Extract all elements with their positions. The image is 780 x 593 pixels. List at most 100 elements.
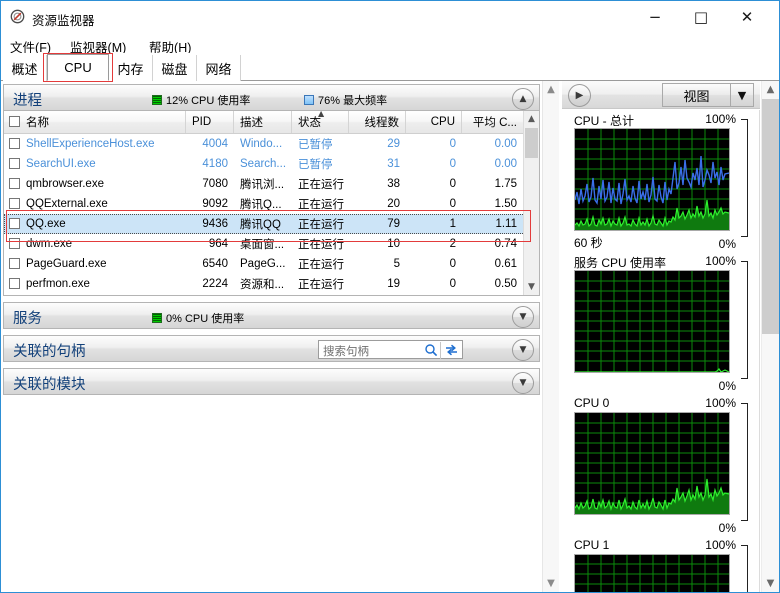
graph-title: CPU 1 bbox=[574, 538, 610, 552]
cell-avg-cpu: 1.11 bbox=[495, 218, 517, 230]
scroll-up-arrow-icon[interactable]: ▲ bbox=[524, 111, 539, 127]
minimize-button[interactable]: − bbox=[632, 1, 678, 33]
col-header-status[interactable]: 状态 ▲ bbox=[292, 111, 349, 133]
view-button-label: 视图 bbox=[683, 88, 710, 104]
cell-status: 正在运行 bbox=[298, 179, 344, 191]
graph-min-label: 0% bbox=[718, 521, 736, 535]
menu-bar: 文件(F) 监视器(M) 帮助(H) bbox=[1, 34, 779, 55]
content-area: 进程 12% CPU 使用率 76% 最大频率 ▲ 名称 PID 描述 状态 ▲… bbox=[1, 81, 779, 592]
right-pane-toolbar: ▶ 视图 ▼ bbox=[562, 81, 760, 109]
right-pane-scroll-down-icon[interactable]: ▼ bbox=[762, 575, 779, 592]
graph-cpu-0: CPU 0 100% 0% bbox=[562, 396, 759, 536]
processes-collapse-chevron-up-icon[interactable]: ▲ bbox=[512, 88, 534, 110]
left-pane-scroll-down-icon[interactable]: ▼ bbox=[543, 575, 559, 592]
col-header-avg-cpu[interactable]: 平均 C... bbox=[462, 111, 523, 133]
table-row[interactable]: perfmon.exe 2224 资源和... 正在运行 19 0 0.50 bbox=[4, 274, 539, 294]
graph-plot-area bbox=[574, 128, 730, 231]
cell-threads: 20 bbox=[387, 198, 400, 210]
col-header-cpu[interactable]: CPU bbox=[406, 111, 462, 133]
cell-threads: 31 bbox=[387, 158, 400, 170]
left-pane-scroll-up-icon[interactable]: ▲ bbox=[543, 81, 559, 98]
table-row-selected[interactable]: QQ.exe 9436 腾讯QQ 正在运行 79 1 1.11 bbox=[4, 214, 539, 234]
cell-avg-cpu: 1.75 bbox=[494, 178, 517, 190]
cell-status: 已暂停 bbox=[298, 159, 333, 171]
handle-search-box[interactable]: 搜索句柄 bbox=[318, 340, 463, 359]
maximize-icon: □ bbox=[693, 7, 709, 26]
close-button[interactable]: ✕ bbox=[724, 1, 770, 33]
table-row[interactable]: qmbrowser.exe 7080 腾讯浏... 正在运行 38 0 1.75 bbox=[4, 174, 539, 194]
table-row[interactable]: dwm.exe 964 桌面窗... 正在运行 10 2 0.74 bbox=[4, 234, 539, 254]
cell-avg-cpu: 0.00 bbox=[494, 158, 517, 170]
green-swatch-icon bbox=[152, 95, 162, 105]
search-icon[interactable] bbox=[424, 343, 438, 357]
table-row[interactable]: PageGuard.exe 6540 PageG... 正在运行 5 0 0.6… bbox=[4, 254, 539, 274]
cell-name: QQExternal.exe bbox=[26, 198, 108, 210]
right-pane-scroll-up-icon[interactable]: ▲ bbox=[762, 81, 779, 98]
cell-cpu: 1 bbox=[449, 218, 456, 230]
col-header-name[interactable]: 名称 bbox=[4, 111, 186, 133]
right-pane-scrollbar-thumb[interactable] bbox=[762, 99, 779, 334]
table-row[interactable]: ShellExperienceHost.exe 4004 Windo... 已暂… bbox=[4, 134, 539, 154]
tab-disk[interactable]: 磁盘 bbox=[153, 55, 197, 81]
process-table-scrollbar[interactable]: ▲ ▼ bbox=[523, 111, 539, 295]
window-title: 资源监视器 bbox=[32, 14, 95, 28]
col-header-cpu-label: CPU bbox=[430, 116, 455, 128]
modules-section-header[interactable]: 关联的模块 ▼ bbox=[3, 368, 540, 395]
cell-name: dwm.exe bbox=[26, 238, 73, 250]
col-header-pid-label: PID bbox=[192, 116, 212, 128]
services-collapse-chevron-down-icon[interactable]: ▼ bbox=[512, 306, 534, 328]
processes-max-frequency-label: 76% 最大频率 bbox=[318, 95, 388, 107]
handles-collapse-chevron-down-icon[interactable]: ▼ bbox=[512, 339, 534, 361]
cell-status: 正在运行 bbox=[298, 219, 344, 231]
cell-name: ShellExperienceHost.exe bbox=[26, 138, 155, 150]
left-pane-scrollbar[interactable]: ▲ ▼ bbox=[542, 81, 559, 592]
cell-threads: 10 bbox=[387, 238, 400, 250]
scrollbar-thumb[interactable] bbox=[525, 128, 538, 158]
tab-overview[interactable]: 概述 bbox=[3, 55, 47, 81]
resource-monitor-window: 资源监视器 − □ ✕ 文件(F) 监视器(M) 帮助(H) 概述 CPU 内存… bbox=[0, 0, 780, 593]
cell-cpu: 0 bbox=[449, 278, 456, 290]
tab-disk-label: 磁盘 bbox=[161, 61, 188, 77]
cell-avg-cpu: 0.00 bbox=[494, 138, 517, 150]
minimize-icon: − bbox=[648, 7, 662, 26]
cell-status: 已暂停 bbox=[298, 139, 333, 151]
chevron-down-icon[interactable]: ▼ bbox=[731, 89, 753, 102]
cell-cpu: 0 bbox=[449, 198, 456, 210]
scroll-down-arrow-icon[interactable]: ▼ bbox=[524, 279, 539, 295]
col-header-description[interactable]: 描述 bbox=[234, 111, 292, 133]
col-header-threads-label: 线程数 bbox=[364, 117, 400, 129]
graph-cpu-1: CPU 1 100% bbox=[562, 538, 759, 592]
cell-pid: 6540 bbox=[202, 258, 228, 270]
col-header-name-label: 名称 bbox=[26, 117, 49, 129]
services-section-header[interactable]: 服务 0% CPU 使用率 ▼ bbox=[3, 302, 540, 329]
processes-cpu-usage: 12% CPU 使用率 bbox=[152, 92, 250, 108]
processes-section-header[interactable]: 进程 12% CPU 使用率 76% 最大频率 ▲ bbox=[3, 84, 540, 111]
cell-cpu: 0 bbox=[449, 138, 456, 150]
maximize-button[interactable]: □ bbox=[678, 1, 724, 33]
cell-name: PageGuard.exe bbox=[26, 258, 107, 270]
view-dropdown-button[interactable]: 视图 ▼ bbox=[662, 83, 754, 107]
cell-pid: 7080 bbox=[202, 178, 228, 190]
table-row[interactable]: QQExternal.exe 9092 腾讯Q... 正在运行 20 0 1.5… bbox=[4, 194, 539, 214]
tab-memory[interactable]: 内存 bbox=[109, 55, 153, 81]
select-all-checkbox[interactable] bbox=[9, 116, 20, 127]
right-pane-scrollbar[interactable]: ▲ ▼ bbox=[761, 81, 779, 592]
handles-section-header[interactable]: 关联的句柄 搜索句柄 ▼ bbox=[3, 335, 540, 362]
search-refresh-icon[interactable] bbox=[444, 343, 459, 357]
cell-name: SearchUI.exe bbox=[26, 158, 96, 170]
cell-pid: 9436 bbox=[202, 218, 228, 230]
col-header-threads[interactable]: 线程数 bbox=[349, 111, 406, 133]
cell-name: qmbrowser.exe bbox=[26, 178, 104, 190]
cell-threads: 79 bbox=[387, 218, 400, 230]
tab-cpu[interactable]: CPU bbox=[47, 54, 109, 81]
expand-panel-chevron-right-icon[interactable]: ▶ bbox=[568, 84, 591, 107]
col-header-pid[interactable]: PID bbox=[186, 111, 234, 133]
close-icon: ✕ bbox=[740, 7, 754, 26]
modules-collapse-chevron-down-icon[interactable]: ▼ bbox=[512, 372, 534, 394]
cell-name: perfmon.exe bbox=[26, 278, 90, 290]
graph-scale-bracket bbox=[741, 403, 748, 521]
cell-pid: 2224 bbox=[202, 278, 228, 290]
table-row[interactable]: SearchUI.exe 4180 Search... 已暂停 31 0 0.0… bbox=[4, 154, 539, 174]
graph-max-label: 100% bbox=[705, 254, 736, 268]
tab-network[interactable]: 网络 bbox=[197, 55, 241, 81]
